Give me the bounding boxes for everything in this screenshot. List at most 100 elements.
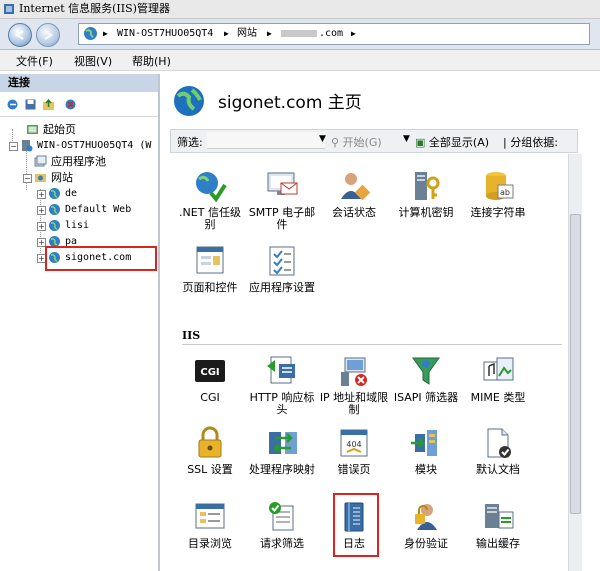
- feature-label: SMTP 电子邮件: [248, 206, 316, 231]
- svg-text:ab: ab: [500, 188, 510, 197]
- feature-connection-strings[interactable]: ab 连接字符串: [462, 169, 534, 219]
- feature-error-pages[interactable]: 404 错误页: [318, 426, 390, 476]
- app-pools-icon: [34, 155, 47, 167]
- save-icon[interactable]: [24, 98, 37, 111]
- mime-types-icon: [483, 357, 514, 381]
- feature-label: IP 地址和域限制: [319, 391, 389, 416]
- feature-label: 身份验证: [404, 537, 448, 550]
- feature-ssl-settings[interactable]: SSL 设置: [174, 426, 246, 476]
- expand-site-icon[interactable]: +: [37, 190, 46, 199]
- feature-label: 计算机密钥: [398, 206, 454, 219]
- iis-app-icon: [4, 4, 14, 14]
- connections-header: 连接: [0, 74, 158, 92]
- start-page-icon: [27, 125, 38, 134]
- expand-site-icon[interactable]: +: [37, 206, 46, 215]
- filter-dropdown-icon[interactable]: ▼: [319, 134, 326, 144]
- tree-item-label: 网站: [51, 171, 73, 184]
- feature-directory-browsing[interactable]: 目录浏览: [174, 500, 246, 550]
- forward-arrow-icon: [44, 30, 53, 40]
- feature-cgi[interactable]: CGI CGI: [174, 354, 246, 404]
- start-dropdown-icon[interactable]: ▼: [403, 134, 410, 144]
- navigation-bar: ▶ WIN-OST7HUO05QT4 ▶ 网站 ▶ .com ▶: [0, 19, 600, 50]
- filter-input[interactable]: [207, 132, 325, 149]
- start-filter-button[interactable]: ⚲ 开始(G): [331, 134, 382, 150]
- menu-view[interactable]: 视图(V): [74, 53, 112, 69]
- feature-default-document[interactable]: 默认文档: [462, 426, 534, 476]
- tree-item-label: 应用程序池: [51, 155, 106, 168]
- binoculars-icon: ⚲: [331, 136, 340, 149]
- feature-request-filtering[interactable]: 请求筛选: [246, 500, 318, 550]
- server-icon: [22, 140, 33, 152]
- filter-bar: 筛选: ▼ ⚲ 开始(G) ▼ ▣ 全部显示(A) | 分组依据:: [170, 129, 578, 153]
- expand-site-icon[interactable]: +: [37, 222, 46, 231]
- tree-item-label: Default Web: [65, 204, 132, 215]
- feature-authentication[interactable]: 身份验证: [390, 500, 462, 550]
- feature-mime-types[interactable]: MIME 类型: [462, 354, 534, 404]
- cgi-icon: CGI: [195, 360, 225, 382]
- tree-item-label: 起始页: [43, 123, 76, 136]
- title-bar: Internet 信息服务(IIS)管理器: [0, 0, 600, 19]
- address-breadcrumb[interactable]: ▶ WIN-OST7HUO05QT4 ▶ 网站 ▶ .com ▶: [78, 23, 590, 45]
- connect-icon[interactable]: [6, 98, 19, 111]
- feature-label: 模块: [415, 463, 437, 476]
- up-folder-icon[interactable]: [42, 98, 55, 111]
- vertical-scrollbar[interactable]: [568, 154, 582, 571]
- redacted-text: [281, 29, 317, 37]
- menu-file[interactable]: 文件(F): [16, 53, 53, 69]
- machine-key-icon: [415, 172, 440, 200]
- back-arrow-icon: [15, 30, 24, 40]
- collapse-server-icon[interactable]: −: [9, 142, 18, 151]
- feature-modules[interactable]: 模块: [390, 426, 462, 476]
- feature-label: 目录浏览: [188, 537, 232, 550]
- page-title: sigonet.com 主页: [218, 93, 362, 113]
- section-iis-label: IIS: [182, 329, 201, 342]
- group-by-button[interactable]: | 分组依据:: [503, 134, 558, 150]
- feature-pages-controls[interactable]: 页面和控件: [174, 244, 246, 294]
- handler-mappings-icon: [269, 432, 297, 454]
- show-all-button[interactable]: ▣ 全部显示(A): [415, 134, 489, 150]
- scrollbar-thumb[interactable]: [570, 214, 581, 514]
- ssl-settings-icon: [198, 426, 222, 458]
- feature-app-settings[interactable]: 应用程序设置: [246, 244, 318, 294]
- feature-output-caching[interactable]: 输出缓存: [462, 500, 534, 550]
- output-caching-icon: [485, 504, 514, 529]
- filter-label: 筛选:: [177, 136, 203, 149]
- feature-http-headers[interactable]: HTTP 响应标头: [246, 354, 318, 416]
- feature-handler-mappings[interactable]: 处理程序映射: [246, 426, 318, 476]
- feature-machine-key[interactable]: 计算机密钥: [390, 169, 462, 219]
- menu-help[interactable]: 帮助(H): [132, 53, 171, 69]
- feature-label: 会话状态: [332, 206, 376, 219]
- breadcrumb-server[interactable]: WIN-OST7HUO05QT4: [117, 24, 213, 44]
- feature-label: ISAPI 筛选器: [393, 391, 459, 404]
- collapse-sites-icon[interactable]: −: [23, 174, 32, 183]
- feature-smtp-email[interactable]: SMTP 电子邮件: [246, 169, 318, 231]
- back-button[interactable]: [8, 23, 32, 47]
- feature-isapi-filters[interactable]: ISAPI 筛选器: [390, 354, 462, 404]
- breadcrumb-arrow-icon: ▶: [267, 29, 272, 38]
- delete-connection-icon[interactable]: [64, 98, 77, 111]
- tree-item-label: lisi: [65, 220, 90, 231]
- breadcrumb-arrow-icon: ▶: [351, 29, 356, 38]
- window-title: Internet 信息服务(IIS)管理器: [19, 2, 170, 15]
- app-settings-icon: [269, 246, 295, 276]
- connection-strings-icon: ab: [486, 172, 514, 200]
- show-all-icon: ▣: [415, 136, 426, 149]
- breadcrumb-sites[interactable]: 网站: [237, 24, 257, 44]
- globe-icon: [49, 220, 60, 231]
- feature-label: 输出缓存: [476, 537, 520, 550]
- tree-item-label: de: [65, 188, 78, 199]
- globe-icon: [49, 204, 60, 215]
- request-filtering-icon: [269, 502, 294, 531]
- site-globe-icon: [174, 86, 204, 116]
- breadcrumb-arrow-icon: ▶: [224, 29, 229, 38]
- directory-browsing-icon: [195, 503, 225, 529]
- menu-bar: 文件(F) 视图(V) 帮助(H): [0, 50, 600, 71]
- breadcrumb-site[interactable]: .com: [281, 24, 343, 44]
- feature-label: .NET 信任级别: [179, 206, 241, 231]
- feature-label: 处理程序映射: [249, 463, 315, 476]
- highlight-box: [333, 493, 379, 557]
- feature-ip-restrictions[interactable]: IP 地址和域限制: [318, 354, 390, 416]
- feature-net-trust[interactable]: .NET 信任级别: [174, 169, 246, 231]
- forward-button[interactable]: [36, 23, 60, 47]
- feature-session-state[interactable]: 会话状态: [318, 169, 390, 219]
